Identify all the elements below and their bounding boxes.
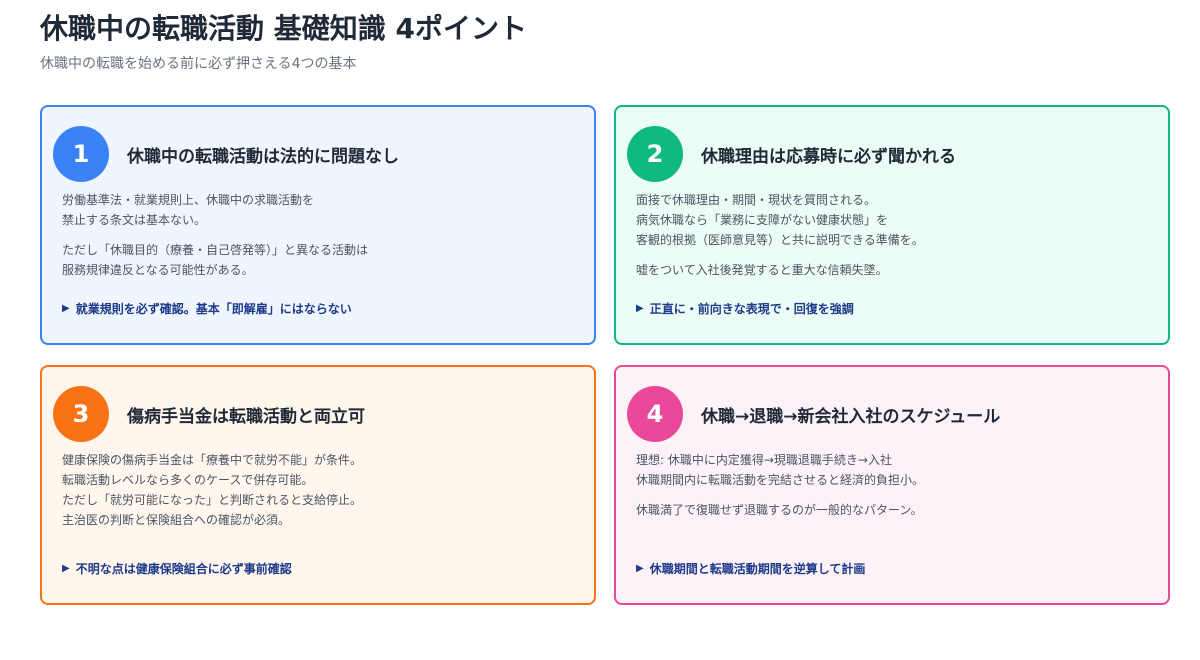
card-body: 理想: 休職中に内定獲得→現職退職手続き→入社 休職期間内に転職活動を完結させる…: [636, 450, 1148, 520]
card-body: 健康保険の傷病手当金は「療養中で就労不能」が条件。 転職活動レベルなら多くのケー…: [62, 450, 574, 530]
card-header: 1 休職中の転職活動は法的に問題なし: [53, 126, 574, 182]
number-badge: 1: [53, 126, 109, 182]
card-header: 4 休職→退職→新会社入社のスケジュール: [627, 386, 1148, 442]
triangle-right-icon: ▶: [636, 303, 644, 314]
point-card-4: 4 休職→退職→新会社入社のスケジュール 理想: 休職中に内定獲得→現職退職手続…: [614, 365, 1170, 605]
point-card-grid: 1 休職中の転職活動は法的に問題なし 労働基準法・就業規則上、休職中の求職活動を…: [40, 105, 1170, 605]
card-note-text: 正直に・前向きな表現で・回復を強調: [649, 302, 854, 316]
card-paragraph: ただし「休職目的（療養・自己啓発等）」と異なる活動は 服務規律違反となる可能性が…: [62, 243, 369, 277]
card-title: 傷病手当金は転職活動と両立可: [127, 406, 365, 427]
card-title: 休職理由は応募時に必ず聞かれる: [701, 146, 956, 167]
point-card-1: 1 休職中の転職活動は法的に問題なし 労働基準法・就業規則上、休職中の求職活動を…: [40, 105, 596, 345]
card-title: 休職中の転職活動は法的に問題なし: [127, 146, 399, 167]
card-paragraph: 理想: 休職中に内定獲得→現職退職手続き→入社 休職期間内に転職活動を完結させる…: [636, 453, 925, 487]
triangle-right-icon: ▶: [62, 303, 70, 314]
number-badge: 3: [53, 386, 109, 442]
card-note-text: 不明な点は健康保険組合に必ず事前確認: [75, 562, 292, 576]
triangle-right-icon: ▶: [636, 563, 644, 574]
page-title: 休職中の転職活動 基礎知識 4ポイント: [40, 12, 527, 45]
card-body: 労働基準法・就業規則上、休職中の求職活動を 禁止する条文は基本ない。 ただし「休…: [62, 190, 574, 280]
card-note-text: 就業規則を必ず確認。基本「即解雇」にはならない: [75, 302, 352, 316]
card-header: 2 休職理由は応募時に必ず聞かれる: [627, 126, 1148, 182]
card-title: 休職→退職→新会社入社のスケジュール: [701, 406, 1001, 427]
number-badge: 2: [627, 126, 683, 182]
card-note: ▶ 就業規則を必ず確認。基本「即解雇」にはならない: [62, 300, 352, 317]
card-paragraph: 面接で休職理由・期間・現状を質問される。 病気休職なら「業務に支障がない健康状態…: [636, 193, 924, 247]
card-note-text: 休職期間と転職活動期間を逆算して計画: [649, 562, 866, 576]
point-card-2: 2 休職理由は応募時に必ず聞かれる 面接で休職理由・期間・現状を質問される。 病…: [614, 105, 1170, 345]
card-note: ▶ 正直に・前向きな表現で・回復を強調: [636, 300, 854, 317]
triangle-right-icon: ▶: [62, 563, 70, 574]
card-paragraph: 労働基準法・就業規則上、休職中の求職活動を 禁止する条文は基本ない。: [62, 193, 315, 227]
card-paragraph: 休職満了で復職せず退職するのが一般的なパターン。: [636, 503, 923, 517]
card-body: 面接で休職理由・期間・現状を質問される。 病気休職なら「業務に支障がない健康状態…: [636, 190, 1148, 280]
number-badge: 4: [627, 386, 683, 442]
card-header: 3 傷病手当金は転職活動と両立可: [53, 386, 574, 442]
card-note: ▶ 不明な点は健康保険組合に必ず事前確認: [62, 560, 292, 577]
card-paragraph: 嘘をついて入社後発覚すると重大な信頼失墜。: [636, 263, 888, 277]
card-paragraph: 健康保険の傷病手当金は「療養中で就労不能」が条件。 転職活動レベルなら多くのケー…: [62, 453, 363, 527]
page-header: 休職中の転職活動 基礎知識 4ポイント 休職中の転職を始める前に必ず押さえる4つ…: [40, 10, 1160, 74]
page-subtitle: 休職中の転職を始める前に必ず押さえる4つの基本: [40, 56, 357, 72]
card-note: ▶ 休職期間と転職活動期間を逆算して計画: [636, 560, 865, 577]
point-card-3: 3 傷病手当金は転職活動と両立可 健康保険の傷病手当金は「療養中で就労不能」が条…: [40, 365, 596, 605]
